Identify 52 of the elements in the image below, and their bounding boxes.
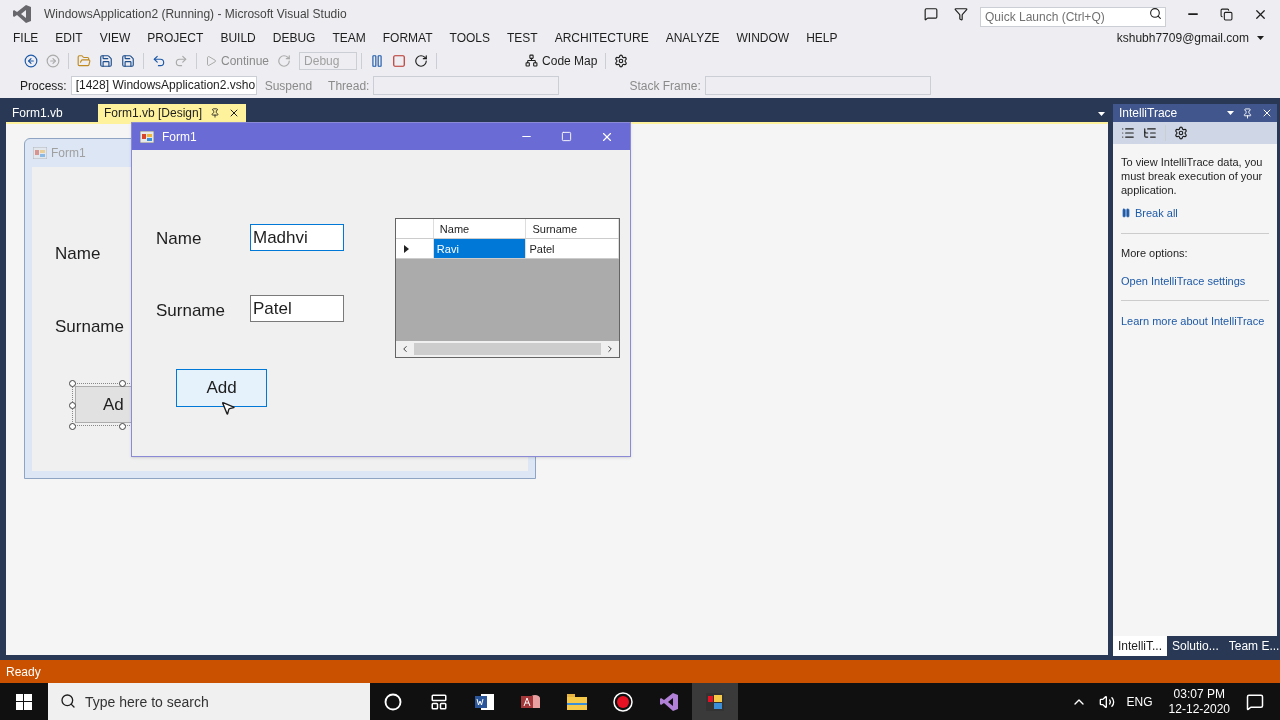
table-row[interactable]: Ravi Patel xyxy=(396,239,619,259)
thread-label: Thread: xyxy=(328,77,370,95)
menu-item[interactable]: DEBUG xyxy=(265,29,323,47)
menu-item[interactable]: FILE xyxy=(6,29,46,47)
menu-item[interactable]: TEST xyxy=(500,29,545,47)
table-cell[interactable]: Ravi xyxy=(433,239,527,258)
menu-item[interactable]: FORMAT xyxy=(375,29,440,47)
code-map-button[interactable]: Code Map xyxy=(521,51,602,70)
column-header[interactable]: Name xyxy=(433,219,527,238)
quick-launch-field[interactable]: Quick Launch (Ctrl+Q) xyxy=(980,7,1166,27)
add-button[interactable]: Add xyxy=(176,369,267,407)
menu-item[interactable]: ANALYZE xyxy=(658,29,727,47)
process-dropdown[interactable]: [1428] WindowsApplication2.vsho xyxy=(70,76,257,95)
document-tab[interactable]: Form1.vb [Design] xyxy=(98,104,247,122)
menu-item[interactable]: HELP xyxy=(799,29,845,47)
process-label: Process: xyxy=(20,77,67,95)
clock-date[interactable]: 12-12-2020 xyxy=(1168,701,1230,717)
panel-title: IntelliTrace xyxy=(1119,105,1178,122)
break-all-link[interactable]: Break all xyxy=(1121,205,1269,222)
text-field[interactable]: Patel xyxy=(250,295,344,322)
form-label: Name xyxy=(55,243,101,265)
menu-item[interactable]: TEAM xyxy=(325,29,373,47)
text-field[interactable]: Madhvi xyxy=(250,224,344,251)
panel-tab[interactable]: Solutio... xyxy=(1167,636,1224,656)
document-tab[interactable]: Form1.vb xyxy=(6,104,98,122)
status-text: Ready xyxy=(6,663,41,681)
menu-item[interactable]: VIEW xyxy=(92,29,138,47)
stack-frame-label: Stack Frame: xyxy=(629,77,701,95)
form-title: Form1 xyxy=(51,145,86,162)
column-header[interactable]: Surname xyxy=(526,219,619,238)
clock-time[interactable]: 03:07 PM xyxy=(1173,686,1225,702)
menu-item[interactable]: PROJECT xyxy=(140,29,211,47)
menu-item[interactable]: TOOLS xyxy=(442,29,497,47)
panel-tab[interactable]: Team E... xyxy=(1223,636,1280,656)
account-name[interactable]: kshubh7709@gmail.com xyxy=(1116,29,1249,47)
menu-item[interactable]: BUILD xyxy=(213,29,263,47)
language-indicator[interactable]: ENG xyxy=(1126,692,1153,711)
form-title: Form1 xyxy=(162,128,197,146)
info-text: To view IntelliTrace data, you must break execution of your application. xyxy=(1121,155,1264,197)
form-label: Surname xyxy=(55,316,124,338)
table-cell[interactable]: Patel xyxy=(526,239,619,258)
menu-item[interactable]: ARCHITECTURE xyxy=(547,29,656,47)
form-label: Surname xyxy=(156,300,225,322)
form-label: Name xyxy=(156,228,202,250)
panel-link[interactable]: Open IntelliTrace settings xyxy=(1121,273,1269,290)
panel-link[interactable]: Learn more about IntelliTrace xyxy=(1121,312,1269,329)
menu-item[interactable]: EDIT xyxy=(48,29,90,47)
window-title: WindowsApplication2 (Running) - Microsoft Visual Studio xyxy=(44,6,347,23)
taskbar-search-field[interactable]: Type here to search xyxy=(48,683,370,720)
section-label: More options: xyxy=(1121,245,1189,261)
menu-item[interactable]: WINDOW xyxy=(729,29,797,47)
panel-tab[interactable]: IntelliT... xyxy=(1113,636,1167,656)
